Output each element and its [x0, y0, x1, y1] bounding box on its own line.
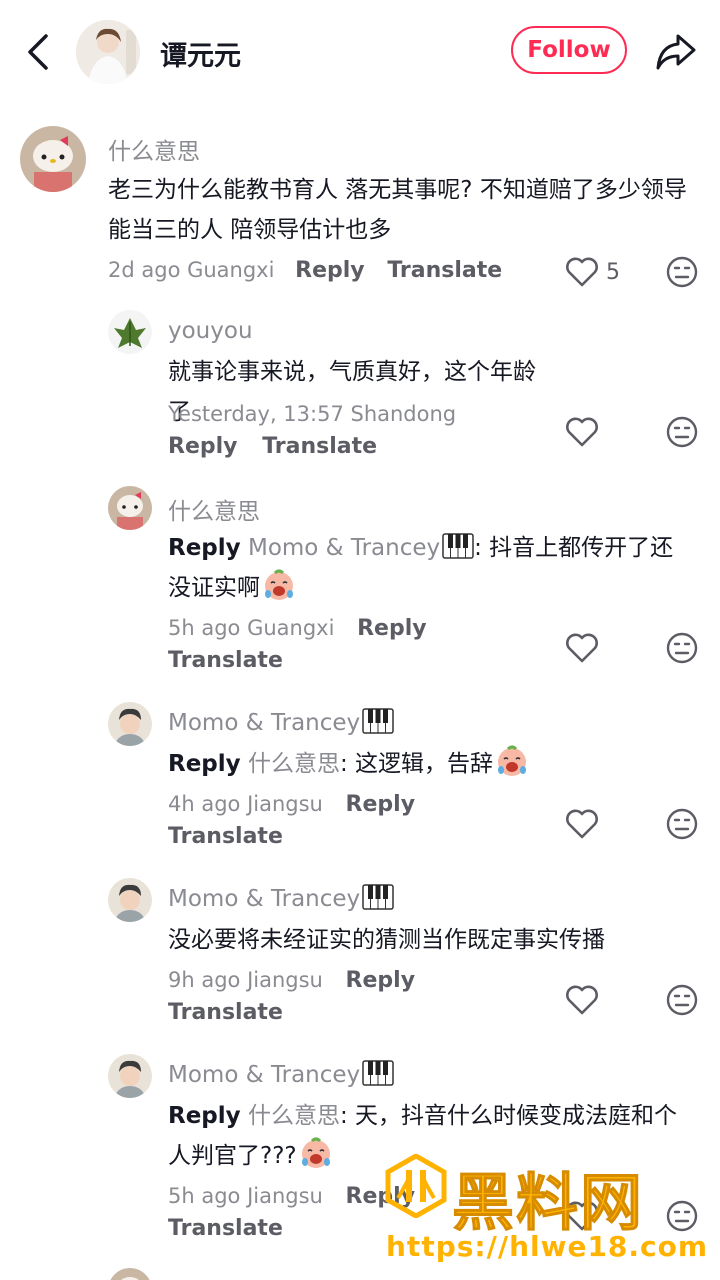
profile-name[interactable]: 谭元元 — [160, 34, 241, 73]
translate-button[interactable]: Translate — [262, 434, 377, 459]
crying-face-icon — [301, 1137, 330, 1168]
dislike-button[interactable] — [664, 254, 704, 294]
reply-prefix: Reply — [168, 535, 241, 561]
reply-button[interactable]: Reply — [346, 968, 416, 993]
comment-username[interactable]: 什么意思 — [168, 492, 260, 526]
avatar[interactable] — [108, 1268, 152, 1280]
comment-actions: Translate — [168, 1000, 283, 1025]
comment-actions: Translate — [168, 824, 283, 849]
comment-body: 没必要将未经证实的猜测当作既定事实传播 — [168, 927, 605, 953]
reply-prefix: Reply — [168, 1103, 241, 1129]
meh-face-icon — [666, 984, 698, 1016]
reply-button[interactable]: Reply — [346, 792, 416, 817]
reply-button[interactable]: Reply — [295, 258, 365, 283]
watermark-title: 黑料网 — [451, 1166, 645, 1240]
comment-time-location: 4h ago Jiangsu — [168, 792, 323, 816]
translate-button[interactable]: Translate — [387, 258, 502, 283]
comment-meta: 4h ago Jiangsu Reply — [168, 792, 415, 817]
dislike-button[interactable] — [664, 806, 704, 846]
comment-actions: Reply Translate — [168, 434, 377, 459]
piano-icon — [362, 1060, 394, 1086]
comment-meta: 5h ago Jiangsu Reply — [168, 1184, 415, 1209]
reply-target[interactable]: Momo & Trancey — [248, 535, 440, 561]
reply-item: youyou 就事论事来说，气质真好，这个年龄了 Yesterday, 13:5… — [0, 310, 720, 470]
watermark-url: https://hlwe18.com — [386, 1230, 709, 1263]
comment-time-location: 9h ago Jiangsu — [168, 968, 323, 992]
reply-item: Momo & Trancey Reply 什么意思: 这逻辑，告辞 4h ago… — [0, 702, 720, 862]
comment-item: 什么意思 老三为什么能教书育人 落无其事呢? 不知道赔了多少领导能当三的人 陪领… — [0, 126, 720, 296]
reply-item: 什么意思 Reply Momo & Trancey: 抖音上都传开了还没证实啊 … — [0, 486, 720, 676]
header: 谭元元 Follow — [0, 0, 720, 104]
comment-time-location: 2d ago Guangxi — [108, 258, 275, 282]
comments-page: 谭元元 Follow 什么意思 老三为什么能教书育人 落无其事呢? 不知道赔了多… — [0, 0, 720, 1280]
comment-time-location: 5h ago Guangxi — [168, 616, 335, 640]
comment-text: 老三为什么能教书育人 落无其事呢? 不知道赔了多少领导能当三的人 陪领导估计也多 — [108, 170, 698, 250]
watermark: 黑料网 https://hlwe18.com — [380, 1150, 720, 1280]
meh-face-icon — [666, 416, 698, 448]
comment-actions: Translate — [168, 1216, 283, 1241]
like-button[interactable] — [564, 414, 604, 454]
comment-text: 没必要将未经证实的猜测当作既定事实传播 — [168, 920, 688, 960]
avatar[interactable] — [108, 878, 152, 922]
avatar[interactable] — [108, 486, 152, 530]
back-button[interactable] — [18, 28, 58, 76]
like-button[interactable] — [564, 982, 604, 1022]
comment-actions: Translate — [168, 648, 283, 673]
meh-face-icon — [666, 632, 698, 664]
reply-prefix: Reply — [168, 751, 241, 777]
meh-face-icon — [666, 808, 698, 840]
profile-avatar[interactable] — [76, 20, 140, 84]
heart-icon — [566, 633, 598, 663]
comment-text: Reply 什么意思: 这逻辑，告辞 — [168, 744, 688, 784]
translate-button[interactable]: Translate — [168, 1216, 283, 1241]
avatar[interactable] — [108, 1054, 152, 1098]
translate-button[interactable]: Translate — [168, 1000, 283, 1025]
reply-button[interactable]: Reply — [357, 616, 427, 641]
avatar[interactable] — [20, 126, 86, 192]
comment-meta: 5h ago Guangxi Reply — [168, 616, 427, 641]
share-button[interactable] — [652, 28, 700, 76]
translate-button[interactable]: Translate — [168, 648, 283, 673]
comment-meta: 9h ago Jiangsu Reply — [168, 968, 415, 993]
comment-username[interactable]: 什么意思 — [108, 132, 200, 166]
crying-face-icon — [265, 569, 293, 600]
heart-icon — [566, 809, 598, 839]
follow-button[interactable]: Follow — [511, 26, 627, 74]
like-count: 5 — [606, 260, 620, 285]
chevron-left-icon — [28, 34, 48, 70]
avatar[interactable] — [108, 310, 152, 354]
comment-text: Reply Momo & Trancey: 抖音上都传开了还没证实啊 — [168, 528, 688, 608]
piano-icon — [362, 708, 394, 734]
share-arrow-icon — [656, 34, 696, 70]
comment-username[interactable]: Momo & Trancey — [168, 708, 394, 736]
crying-face-icon — [498, 745, 527, 776]
comment-username[interactable]: Momo & Trancey — [168, 1060, 394, 1088]
piano-icon — [442, 533, 474, 559]
comment-username[interactable]: Momo & Trancey — [168, 884, 394, 912]
dislike-button[interactable] — [664, 630, 704, 670]
comment-body: 老三为什么能教书育人 落无其事呢? 不知道赔了多少领导能当三的人 陪领导估计也多 — [108, 177, 687, 243]
dislike-button[interactable] — [664, 414, 704, 454]
piano-icon — [362, 884, 394, 910]
translate-button[interactable]: Translate — [168, 824, 283, 849]
reply-target[interactable]: 什么意思 — [248, 1103, 340, 1129]
comment-username[interactable]: youyou — [168, 318, 253, 344]
like-button[interactable] — [564, 630, 604, 670]
heart-icon — [566, 257, 598, 287]
avatar[interactable] — [108, 702, 152, 746]
like-button[interactable] — [564, 254, 604, 294]
heart-icon — [566, 417, 598, 447]
comment-time-location: 5h ago Jiangsu — [168, 1184, 323, 1208]
comment-meta: Yesterday, 13:57 Shandong — [168, 402, 457, 426]
heart-icon — [566, 985, 598, 1015]
watermark-logo-icon — [385, 1154, 447, 1218]
comment-meta: 2d ago Guangxi Reply Translate — [108, 258, 502, 283]
reply-button[interactable]: Reply — [168, 434, 238, 459]
comment-body: : 这逻辑，告辞 — [339, 751, 494, 777]
reply-target[interactable]: 什么意思 — [248, 751, 340, 777]
like-button[interactable] — [564, 806, 604, 846]
dislike-button[interactable] — [664, 982, 704, 1022]
meh-face-icon — [666, 256, 698, 288]
reply-item: Momo & Trancey 没必要将未经证实的猜测当作既定事实传播 9h ag… — [0, 878, 720, 1038]
